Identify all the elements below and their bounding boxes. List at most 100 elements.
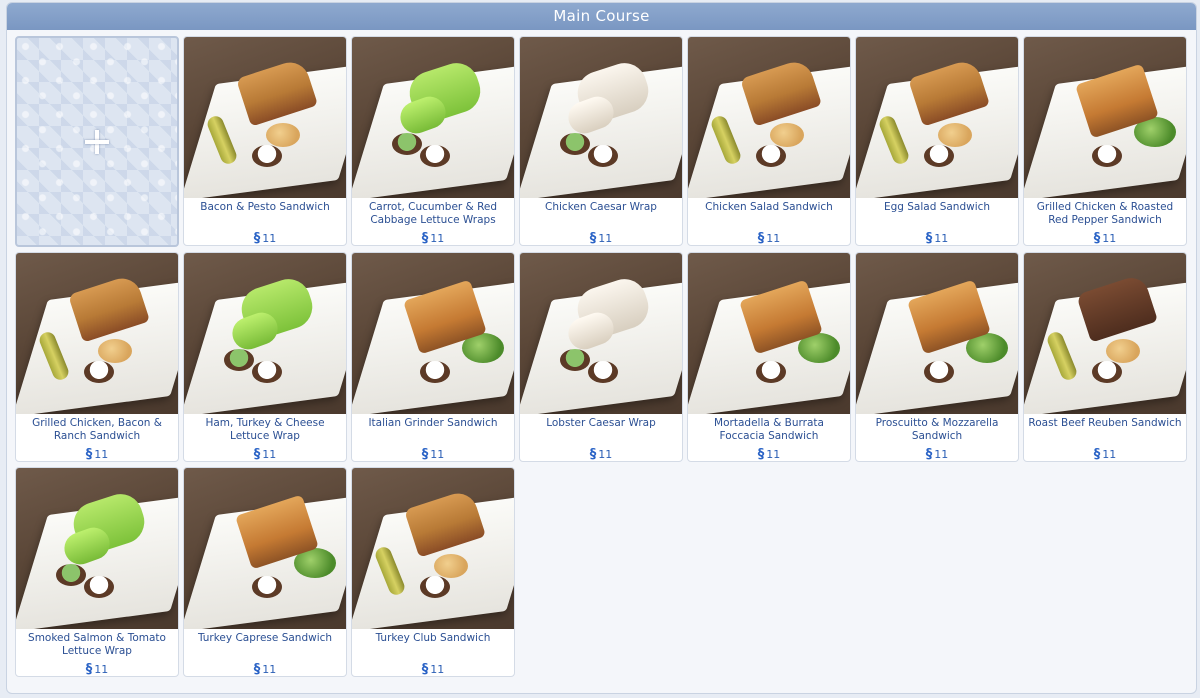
dish-image xyxy=(184,253,346,414)
menu-item-price: § 11 xyxy=(856,230,1018,246)
menu-item-price: § 11 xyxy=(184,661,346,677)
menu-item-card[interactable]: Ham, Turkey & Cheese Lettuce Wrap § 11 xyxy=(183,252,347,462)
menu-item-price: § 11 xyxy=(184,230,346,246)
menu-item-card[interactable]: Grilled Chicken, Bacon & Ranch Sandwich §… xyxy=(15,252,179,462)
plus-icon xyxy=(85,129,109,154)
menu-item-name: Chicken Caesar Wrap xyxy=(545,201,657,213)
menu-item-name: Egg Salad Sandwich xyxy=(883,201,991,213)
dish-image xyxy=(520,37,682,198)
menu-item-grid: Bacon & Pesto Sandwich § 11 Carrot, Cucumbe… xyxy=(7,30,1196,693)
dish-image xyxy=(856,253,1018,414)
menu-item-price: § 11 xyxy=(352,230,514,246)
simoleon-icon: § xyxy=(1093,446,1101,462)
menu-item-price: § 11 xyxy=(16,661,178,677)
menu-item-card[interactable]: Bacon & Pesto Sandwich § 11 xyxy=(183,36,347,246)
simoleon-icon: § xyxy=(925,446,933,462)
menu-item-card[interactable]: Proscuitto & Mozzarella Sandwich § 11 xyxy=(855,252,1019,462)
menu-item-name: Bacon & Pesto Sandwich xyxy=(200,201,330,213)
menu-item-card[interactable]: Chicken Salad Sandwich § 11 xyxy=(687,36,851,246)
dish-image xyxy=(184,468,346,629)
dish-image xyxy=(520,253,682,414)
price-value: 11 xyxy=(766,231,781,245)
add-menu-item-button[interactable] xyxy=(15,36,179,247)
menu-item-card[interactable]: Smoked Salmon & Tomato Lettuce Wrap § 11 xyxy=(15,467,179,677)
menu-item-card[interactable]: Turkey Caprese Sandwich § 11 xyxy=(183,467,347,677)
menu-item-price: § 11 xyxy=(352,661,514,677)
simoleon-icon: § xyxy=(253,230,261,246)
simoleon-icon: § xyxy=(85,446,93,462)
menu-item-card[interactable]: Turkey Club Sandwich § 11 xyxy=(351,467,515,677)
menu-item-card[interactable]: Lobster Caesar Wrap § 11 xyxy=(519,252,683,462)
menu-item-price: § 11 xyxy=(352,446,514,462)
dish-image xyxy=(352,253,514,414)
price-value: 11 xyxy=(766,447,781,461)
price-value: 11 xyxy=(262,662,277,676)
menu-item-price: § 11 xyxy=(1024,446,1186,462)
price-value: 11 xyxy=(934,231,949,245)
price-value: 11 xyxy=(598,447,613,461)
menu-item-name: Turkey Caprese Sandwich xyxy=(197,632,333,644)
menu-item-price: § 11 xyxy=(184,446,346,462)
price-value: 11 xyxy=(430,231,445,245)
simoleon-icon: § xyxy=(85,661,93,677)
price-value: 11 xyxy=(598,231,613,245)
price-value: 11 xyxy=(934,447,949,461)
dish-image xyxy=(1024,37,1186,198)
menu-item-name: Italian Grinder Sandwich xyxy=(368,417,498,429)
menu-item-card[interactable]: Carrot, Cucumber & Red Cabbage Lettuce W… xyxy=(351,36,515,246)
menu-item-card[interactable]: Mortadella & Burrata Foccacia Sandwich § 1… xyxy=(687,252,851,462)
menu-item-card[interactable]: Chicken Caesar Wrap § 11 xyxy=(519,36,683,246)
menu-item-price: § 11 xyxy=(688,446,850,462)
menu-item-name: Turkey Club Sandwich xyxy=(375,632,491,644)
dish-image xyxy=(688,37,850,198)
simoleon-icon: § xyxy=(589,446,597,462)
simoleon-icon: § xyxy=(421,661,429,677)
menu-item-price: § 11 xyxy=(16,446,178,462)
price-value: 11 xyxy=(262,447,277,461)
price-value: 11 xyxy=(94,662,109,676)
dish-image xyxy=(352,468,514,629)
menu-item-price: § 11 xyxy=(520,230,682,246)
menu-item-name: Ham, Turkey & Cheese Lettuce Wrap xyxy=(205,417,325,442)
menu-item-card[interactable]: Grilled Chicken & Roasted Red Pepper San… xyxy=(1023,36,1187,246)
dish-image xyxy=(688,253,850,414)
menu-item-name: Lobster Caesar Wrap xyxy=(546,417,656,429)
simoleon-icon: § xyxy=(253,446,261,462)
menu-item-name: Grilled Chicken, Bacon & Ranch Sandwich xyxy=(32,417,162,442)
menu-item-price: § 11 xyxy=(856,446,1018,462)
menu-item-card[interactable]: Roast Beef Reuben Sandwich § 11 xyxy=(1023,252,1187,462)
menu-item-name: Proscuitto & Mozzarella Sandwich xyxy=(875,417,999,442)
window-title: Main Course xyxy=(7,3,1196,30)
menu-item-card[interactable]: Italian Grinder Sandwich § 11 xyxy=(351,252,515,462)
menu-item-name: Grilled Chicken & Roasted Red Pepper San… xyxy=(1036,201,1174,226)
dish-image xyxy=(856,37,1018,198)
price-value: 11 xyxy=(430,447,445,461)
menu-item-name: Mortadella & Burrata Foccacia Sandwich xyxy=(714,417,824,442)
menu-item-name: Smoked Salmon & Tomato Lettuce Wrap xyxy=(28,632,166,657)
main-course-window: Main Course Bacon & Pesto Sandwich § 11 Car… xyxy=(6,2,1197,694)
simoleon-icon: § xyxy=(421,230,429,246)
menu-item-name: Chicken Salad Sandwich xyxy=(705,201,833,213)
menu-item-price: § 11 xyxy=(1024,230,1186,246)
simoleon-icon: § xyxy=(589,230,597,246)
price-value: 11 xyxy=(262,231,277,245)
dish-image xyxy=(352,37,514,198)
price-value: 11 xyxy=(1102,447,1117,461)
menu-item-name: Carrot, Cucumber & Red Cabbage Lettuce W… xyxy=(368,201,498,226)
dish-image xyxy=(16,468,178,629)
price-value: 11 xyxy=(1102,231,1117,245)
simoleon-icon: § xyxy=(1093,230,1101,246)
simoleon-icon: § xyxy=(925,230,933,246)
price-value: 11 xyxy=(430,662,445,676)
dish-image xyxy=(1024,253,1186,414)
simoleon-icon: § xyxy=(757,446,765,462)
dish-image xyxy=(16,253,178,414)
menu-item-price: § 11 xyxy=(688,230,850,246)
simoleon-icon: § xyxy=(253,661,261,677)
menu-item-name: Roast Beef Reuben Sandwich xyxy=(1028,417,1182,429)
menu-item-card[interactable]: Egg Salad Sandwich § 11 xyxy=(855,36,1019,246)
dish-image xyxy=(184,37,346,198)
simoleon-icon: § xyxy=(421,446,429,462)
price-value: 11 xyxy=(94,447,109,461)
simoleon-icon: § xyxy=(757,230,765,246)
